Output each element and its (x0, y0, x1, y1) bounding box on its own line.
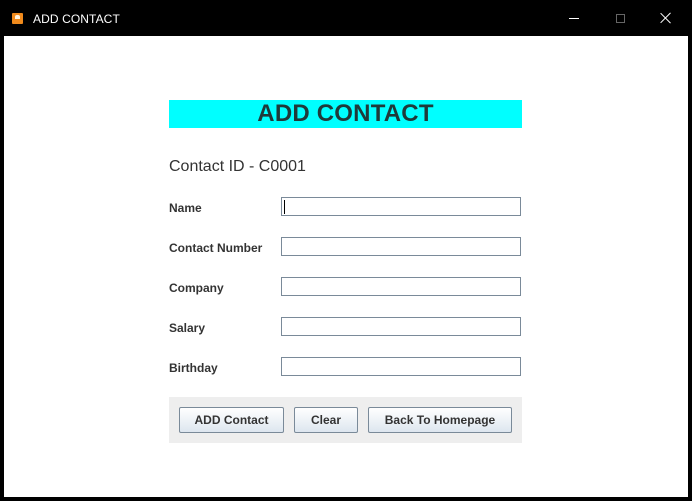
title-bar[interactable]: ADD CONTACT (0, 0, 692, 36)
close-button[interactable] (643, 0, 689, 36)
add-contact-button[interactable]: ADD Contact (179, 407, 284, 433)
name-label: Name (169, 201, 202, 215)
maximize-button[interactable] (597, 0, 643, 36)
app-window: ADD CONTACT ADD CONTACT Contact ID - C00… (0, 0, 692, 501)
birthday-label: Birthday (169, 361, 218, 375)
contact-number-label: Contact Number (169, 241, 263, 255)
minimize-icon (569, 17, 579, 19)
salary-field[interactable] (281, 317, 521, 336)
company-label: Company (169, 281, 224, 295)
company-field[interactable] (281, 277, 521, 296)
close-icon (660, 12, 672, 24)
name-field[interactable] (281, 197, 521, 216)
maximize-icon (615, 13, 625, 23)
birthday-field[interactable] (281, 357, 521, 376)
page-title: ADD CONTACT (169, 100, 522, 128)
clear-button[interactable]: Clear (294, 407, 358, 433)
text-caret (284, 200, 285, 214)
salary-label: Salary (169, 321, 206, 335)
minimize-button[interactable] (551, 0, 597, 36)
form-panel: ADD CONTACT Contact ID - C0001 Name Cont… (4, 36, 688, 497)
contact-id-label: Contact ID - C0001 (169, 158, 306, 175)
button-panel: ADD Contact Clear Back To Homepage (169, 397, 522, 443)
contact-number-field[interactable] (281, 237, 521, 256)
back-to-homepage-button[interactable]: Back To Homepage (368, 407, 512, 433)
app-icon (12, 13, 23, 24)
window-title: ADD CONTACT (33, 12, 120, 26)
